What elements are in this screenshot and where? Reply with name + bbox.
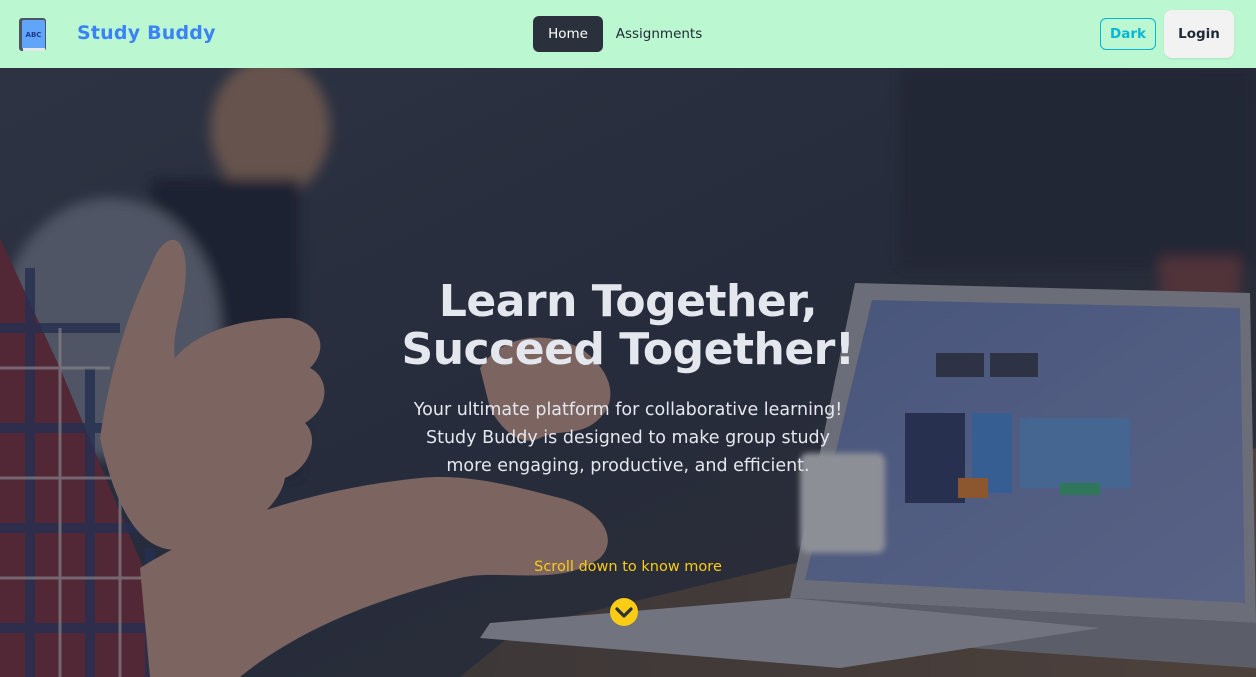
hero-title-line-2: Succeed Together! — [401, 324, 855, 375]
hero-subtitle: Your ultimate platform for collaborative… — [378, 396, 878, 480]
chevron-down-circle-icon[interactable] — [609, 597, 639, 627]
dark-mode-button[interactable]: Dark — [1100, 18, 1156, 50]
navbar: ABC Study Buddy Home Assignments Dark Lo… — [0, 0, 1256, 68]
nav-assignments-link[interactable]: Assignments — [611, 16, 707, 52]
login-button[interactable]: Login — [1164, 10, 1234, 58]
book-abc-icon[interactable]: ABC — [18, 17, 48, 53]
svg-text:ABC: ABC — [26, 31, 42, 39]
hero-title: Learn Together, Succeed Together! — [328, 278, 928, 374]
scroll-down-text: Scroll down to know more — [534, 559, 722, 575]
nav-home-link[interactable]: Home — [533, 16, 603, 52]
hero-subtitle-line-1: Your ultimate platform for collaborative… — [413, 400, 843, 420]
hero-section: Learn Together, Succeed Together! Your u… — [0, 68, 1256, 677]
hero-title-line-1: Learn Together, — [438, 276, 818, 327]
hero-subtitle-line-3: more engaging, productive, and efficient… — [446, 456, 810, 476]
hero-subtitle-line-2: Study Buddy is designed to make group st… — [425, 428, 831, 448]
brand-name[interactable]: Study Buddy — [77, 22, 216, 44]
